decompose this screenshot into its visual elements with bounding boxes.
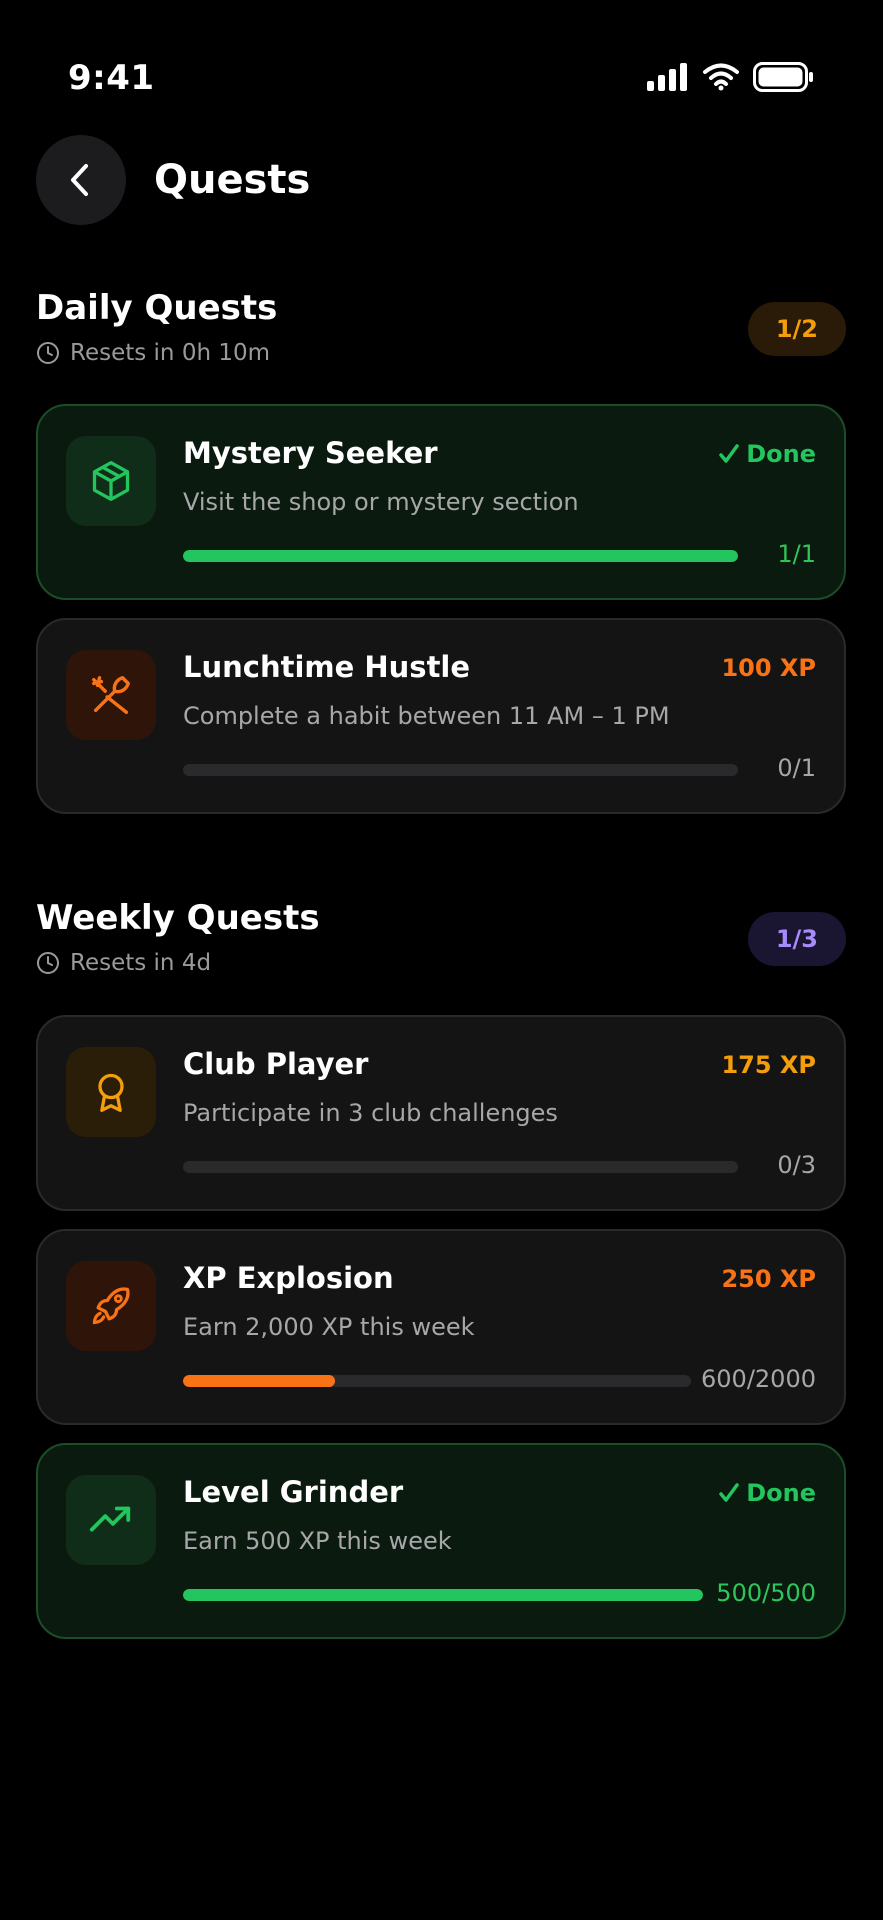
quest-progress-bar: [183, 550, 738, 562]
checkmark-icon: [719, 444, 739, 463]
daily-progress-badge: 1/2: [747, 302, 846, 356]
quest-description: Earn 2,000 XP this week: [183, 1313, 475, 1341]
quest-title: Mystery Seeker: [183, 436, 438, 470]
quest-reward: 175 XP: [721, 1051, 816, 1079]
nav-header: Quests: [36, 135, 310, 225]
award-icon: [98, 1073, 124, 1112]
reset-text: Resets in 4d: [70, 950, 212, 976]
quest-progress-fill: [183, 550, 738, 562]
quest-card-xp-explosion[interactable]: XP Explosion Earn 2,000 XP this week 250…: [36, 1229, 846, 1425]
quest-card-lunchtime-hustle[interactable]: Lunchtime Hustle Complete a habit betwee…: [36, 618, 846, 814]
quest-reward: 100 XP: [721, 654, 816, 682]
page-title: Quests: [154, 157, 311, 203]
quest-progress-label: 600/2000: [701, 1365, 816, 1393]
quest-reward: 250 XP: [721, 1265, 816, 1293]
utensils-icon: [92, 676, 130, 714]
quest-progress-bar: [183, 1375, 691, 1387]
quest-title: Club Player: [183, 1047, 369, 1081]
quest-progress-label: 1/1: [777, 540, 816, 568]
back-button[interactable]: [36, 135, 126, 225]
quest-progress-fill: [183, 1589, 703, 1601]
quest-progress-bar: [183, 1161, 738, 1173]
quest-title: XP Explosion: [183, 1261, 394, 1295]
daily-section-header: Daily Quests Resets in 0h 10m 1/2: [36, 288, 846, 366]
quest-progress-bar: [183, 764, 738, 776]
section-title: Weekly Quests: [36, 898, 320, 938]
quest-status-label: Done: [746, 440, 816, 468]
battery-icon: [753, 62, 813, 92]
quest-progress-bar: [183, 1589, 703, 1601]
cube-icon: [92, 461, 130, 501]
reset-text: Resets in 0h 10m: [70, 340, 271, 366]
section-title: Daily Quests: [36, 288, 278, 328]
quest-status: Done: [718, 440, 816, 468]
weekly-section-header: Weekly Quests Resets in 4d 1/3: [36, 898, 846, 976]
reset-timer: Resets in 0h 10m: [36, 340, 846, 366]
chevron-left-icon: [71, 164, 88, 196]
quest-description: Participate in 3 club challenges: [183, 1099, 558, 1127]
quest-status: Done: [718, 1479, 816, 1507]
status-time: 9:41: [68, 58, 155, 98]
quest-progress-fill: [183, 1375, 336, 1387]
quest-icon-box: [66, 1047, 156, 1137]
quest-card-club-player[interactable]: Club Player Participate in 3 club challe…: [36, 1015, 846, 1211]
quest-icon-box: [66, 650, 156, 740]
trending-up-icon: [89, 1506, 131, 1532]
weekly-progress-badge: 1/3: [747, 912, 846, 966]
rocket-icon: [92, 1287, 130, 1325]
quest-description: Complete a habit between 11 AM – 1 PM: [183, 702, 670, 730]
quest-status-label: Done: [746, 1479, 816, 1507]
quest-progress-label: 500/500: [716, 1579, 816, 1607]
clock-icon: [37, 342, 59, 364]
quest-icon-box: [66, 1261, 156, 1351]
quest-icon-box: [66, 436, 156, 526]
wifi-icon: [703, 63, 739, 91]
quest-progress-label: 0/3: [777, 1151, 816, 1179]
quest-icon-box: [66, 1475, 156, 1565]
quest-progress-label: 0/1: [777, 754, 816, 782]
quest-card-mystery-seeker[interactable]: Mystery Seeker Visit the shop or mystery…: [36, 404, 846, 600]
quest-description: Earn 500 XP this week: [183, 1527, 452, 1555]
reset-timer: Resets in 4d: [36, 950, 846, 976]
quest-title: Level Grinder: [183, 1475, 404, 1509]
quest-description: Visit the shop or mystery section: [183, 488, 579, 516]
clock-icon: [37, 952, 59, 974]
status-icons: [647, 62, 815, 92]
checkmark-icon: [719, 1483, 739, 1502]
quest-card-level-grinder[interactable]: Level Grinder Earn 500 XP this week Done…: [36, 1443, 846, 1639]
signal-icon: [647, 63, 687, 91]
quest-title: Lunchtime Hustle: [183, 650, 471, 684]
